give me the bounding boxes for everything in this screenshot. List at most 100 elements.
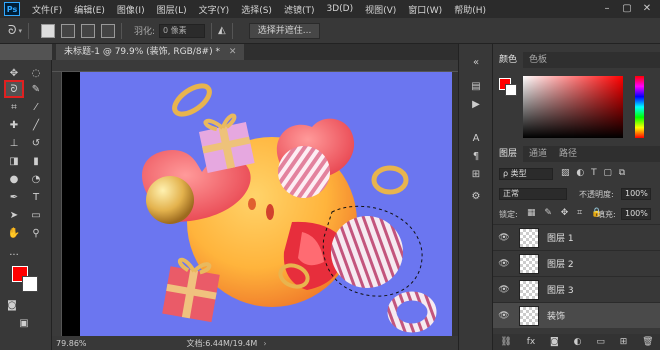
striped-sphere-small	[278, 146, 330, 198]
minimize-icon[interactable]: –	[600, 2, 614, 15]
select-and-mask-button[interactable]: 选择并遮住...	[248, 22, 321, 39]
document-tab[interactable]: 未标题-1 @ 79.9% (装饰, RGB/8#) * ✕	[56, 44, 245, 60]
crop-tool-icon[interactable]: ⌗	[6, 100, 22, 114]
layer-thumbnail	[519, 253, 539, 274]
document-tab-bar: 未标题-1 @ 79.9% (装饰, RGB/8#) * ✕	[52, 44, 458, 60]
eyedropper-tool-icon[interactable]: ⁄	[28, 100, 44, 114]
tab-layers[interactable]: 图层	[493, 146, 524, 162]
new-selection-icon[interactable]	[40, 23, 55, 38]
dodge-tool-icon[interactable]: ◔	[28, 172, 44, 186]
link-icon[interactable]: ⛓	[500, 337, 511, 347]
layer-thumbnail	[519, 279, 539, 300]
healing-tool-icon[interactable]: ✚	[6, 118, 22, 132]
anti-alias-icon[interactable]: ◭	[218, 25, 226, 36]
add-selection-icon[interactable]	[60, 23, 75, 38]
tab-color[interactable]: 颜色	[493, 52, 524, 68]
zoom-level[interactable]: 79.86%	[56, 339, 87, 348]
eye-icon[interactable]: 👁	[497, 233, 511, 243]
menu-select[interactable]: 选择(S)	[235, 3, 278, 16]
gradient-tool-icon[interactable]: ▮	[28, 154, 44, 168]
quick-select-tool-icon[interactable]: ✎	[28, 82, 44, 96]
layers-panel-tabs: 图层 通道 路径	[493, 146, 660, 162]
blur-tool-icon[interactable]: ●	[6, 172, 22, 186]
history-panel-icon[interactable]: ▤	[468, 78, 484, 94]
screen-mode-icon[interactable]: ▣	[16, 316, 32, 330]
stamp-tool-icon[interactable]: ⊥	[6, 136, 22, 150]
trash-icon[interactable]: 🗑	[642, 337, 653, 347]
intersect-selection-icon[interactable]	[100, 23, 115, 38]
document-title: 未标题-1 @ 79.9% (装饰, RGB/8#) *	[64, 47, 220, 57]
close-tab-icon[interactable]: ✕	[229, 47, 237, 57]
lasso-preset-icon[interactable]: ᘐ	[8, 23, 16, 38]
layer-row-selected[interactable]: 👁 装饰	[493, 302, 660, 328]
color-picker-field[interactable]	[523, 76, 623, 138]
folder-icon[interactable]: ▭	[596, 337, 605, 347]
canvas-artwork	[62, 72, 452, 336]
menu-filter[interactable]: 滤镜(T)	[278, 3, 321, 16]
glyphs-panel-icon[interactable]: ⊞	[468, 166, 484, 182]
menu-type[interactable]: 文字(Y)	[193, 3, 236, 16]
fill-input[interactable]: 100%	[621, 208, 651, 220]
lock-icons[interactable]: ▦ ✎ ✥ ⌗ 🔒	[527, 208, 605, 218]
opacity-input[interactable]: 100%	[621, 188, 651, 200]
menu-view[interactable]: 视图(V)	[359, 3, 402, 16]
more-tools-icon[interactable]: ···	[6, 248, 22, 262]
adjustment-icon[interactable]: ◐	[574, 337, 582, 347]
tab-swatches[interactable]: 色板	[523, 52, 553, 68]
feather-input[interactable]: 0 像素	[159, 23, 206, 38]
canvas-area[interactable]	[62, 72, 452, 336]
menu-image[interactable]: 图像(I)	[111, 3, 151, 16]
menu-help[interactable]: 帮助(H)	[448, 3, 492, 16]
pen-tool-icon[interactable]: ✒	[6, 190, 22, 204]
layer-row[interactable]: 👁 图层 2	[493, 250, 660, 276]
hue-slider[interactable]	[635, 76, 644, 138]
layer-row[interactable]: 👁 图层 3	[493, 276, 660, 302]
collapse-icon[interactable]: «	[468, 54, 484, 70]
hand-tool-icon[interactable]: ✋	[6, 226, 22, 240]
menu-edit[interactable]: 编辑(E)	[68, 3, 111, 16]
quick-mask-icon[interactable]: ◙	[4, 298, 20, 312]
close-icon[interactable]: ✕	[640, 2, 654, 15]
tab-channels[interactable]: 通道	[523, 146, 553, 162]
type-tool-icon[interactable]: T	[28, 190, 44, 204]
layer-row[interactable]: 👁 图层 1	[493, 224, 660, 250]
panel-background-swatch[interactable]	[505, 84, 517, 96]
history-brush-icon[interactable]: ↺	[28, 136, 44, 150]
paragraph-panel-icon[interactable]: ¶	[468, 148, 484, 164]
path-select-tool-icon[interactable]: ➤	[6, 208, 22, 222]
layers-footer: ⛓ fx ◙ ◐ ▭ ⊞ 🗑	[493, 334, 660, 350]
character-panel-icon[interactable]: A	[468, 130, 484, 146]
menu-file[interactable]: 文件(F)	[26, 3, 68, 16]
properties-panel-icon[interactable]: ⚙	[468, 188, 484, 204]
chevron-down-icon[interactable]: ▾	[18, 27, 22, 35]
menu-3d[interactable]: 3D(D)	[320, 4, 359, 14]
tab-paths[interactable]: 路径	[553, 146, 583, 162]
marquee-tool-icon[interactable]: ◌	[28, 66, 44, 80]
eraser-tool-icon[interactable]: ◨	[6, 154, 22, 168]
actions-panel-icon[interactable]: ▶	[468, 96, 484, 112]
mask-icon[interactable]: ◙	[550, 337, 559, 347]
filter-icons[interactable]: ▨ ◐ T ▢ ⧉	[561, 168, 627, 178]
menu-window[interactable]: 窗口(W)	[402, 3, 448, 16]
new-layer-icon[interactable]: ⊞	[620, 337, 628, 347]
lock-label: 锁定:	[499, 210, 518, 219]
eye-icon[interactable]: 👁	[497, 259, 511, 269]
subtract-selection-icon[interactable]	[80, 23, 95, 38]
eye-icon[interactable]: 👁	[497, 311, 511, 321]
blend-mode-select[interactable]: 正常	[499, 188, 567, 200]
move-tool-icon[interactable]: ✥	[6, 66, 22, 80]
layer-name: 图层 3	[547, 286, 574, 296]
eye-icon[interactable]: 👁	[497, 285, 511, 295]
layer-kind-filter[interactable]: ρ 类型	[499, 168, 553, 180]
maximize-icon[interactable]: ▢	[620, 2, 634, 15]
shape-tool-icon[interactable]: ▭	[28, 208, 44, 222]
lasso-tool-icon[interactable]: ᘐ	[4, 80, 24, 98]
opacity-label: 不透明度:	[579, 190, 614, 199]
chevron-right-icon[interactable]: ›	[263, 339, 266, 348]
menu-layer[interactable]: 图层(L)	[151, 3, 193, 16]
background-color-swatch[interactable]	[22, 276, 38, 292]
fx-icon[interactable]: fx	[527, 337, 536, 347]
zoom-tool-icon[interactable]: ⚲	[28, 226, 44, 240]
brush-tool-icon[interactable]: ╱	[28, 118, 44, 132]
striped-sphere-large	[331, 216, 403, 288]
